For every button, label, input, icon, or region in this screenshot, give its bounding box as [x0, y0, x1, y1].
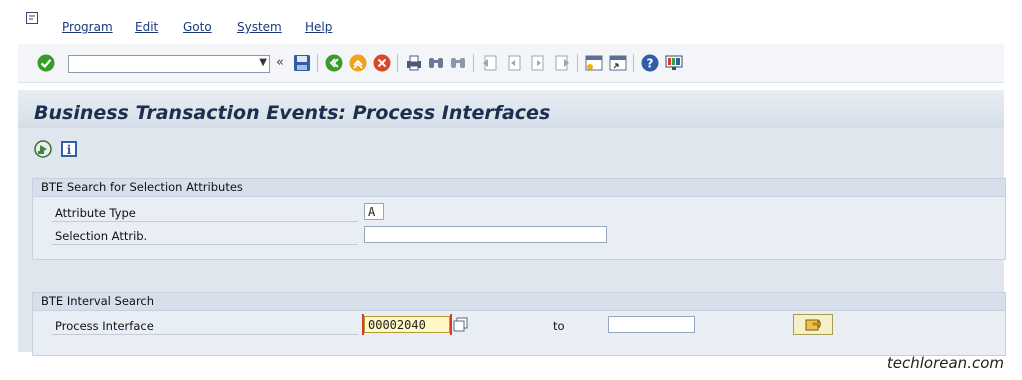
attribute-type-label: Attribute Type — [55, 206, 136, 220]
menu-help[interactable]: Help — [305, 20, 332, 34]
selection-attributes-group: BTE Search for Selection Attributes — [32, 178, 1006, 260]
create-session-icon[interactable] — [584, 53, 604, 73]
field-focus-marker — [362, 314, 452, 335]
interval-search-group: BTE Interval Search — [32, 292, 1006, 356]
exit-icon[interactable] — [348, 53, 368, 73]
toolbar-separator — [473, 54, 474, 72]
next-page-icon[interactable] — [528, 53, 548, 73]
application-toolbar: i — [18, 128, 1004, 172]
selection-attrib-field[interactable] — [364, 226, 607, 243]
interval-search-header: BTE Interval Search — [33, 293, 1005, 311]
find-next-icon[interactable] — [448, 53, 468, 73]
svg-text:i: i — [67, 143, 72, 157]
selection-attrib-label: Selection Attrib. — [55, 229, 148, 243]
enter-icon[interactable] — [36, 53, 56, 73]
selection-attributes-header: BTE Search for Selection Attributes — [33, 179, 1005, 197]
to-label: to — [553, 319, 565, 333]
label-underline — [52, 244, 358, 245]
save-icon[interactable] — [292, 53, 312, 73]
process-interface-to-field[interactable] — [608, 316, 695, 333]
toolbar-separator — [317, 54, 318, 72]
toolbar-separator — [577, 54, 578, 72]
watermark: techlorean.com — [886, 354, 1004, 372]
back-icon[interactable] — [324, 53, 344, 73]
menu-program[interactable]: Program — [62, 20, 113, 34]
multiple-selection-icon[interactable] — [453, 317, 469, 333]
info-icon[interactable]: i — [60, 140, 78, 158]
execute-icon[interactable] — [34, 140, 52, 158]
double-chevron-icon[interactable]: « — [276, 55, 284, 70]
menu-goto[interactable]: Goto — [183, 20, 212, 34]
customize-layout-icon[interactable] — [664, 53, 684, 73]
last-page-icon[interactable] — [552, 53, 572, 73]
dropdown-icon[interactable]: ▼ — [259, 57, 267, 68]
svg-text:?: ? — [647, 57, 654, 71]
label-underline — [52, 221, 358, 222]
standard-toolbar: ▼ « ? — [18, 44, 1004, 83]
attribute-type-field[interactable]: A — [364, 203, 384, 220]
label-underline — [52, 334, 358, 335]
menu-system[interactable]: System — [237, 20, 282, 34]
command-field[interactable]: ▼ — [68, 55, 270, 73]
shortcut-icon[interactable] — [608, 53, 628, 73]
arrow-selection-icon — [805, 319, 821, 331]
toolbar-separator — [633, 54, 634, 72]
help-icon[interactable]: ? — [640, 53, 660, 73]
menu-edit[interactable]: Edit — [135, 20, 158, 34]
page-title: Business Transaction Events: Process Int… — [34, 102, 551, 124]
multiple-selection-button[interactable] — [793, 314, 833, 335]
previous-page-icon[interactable] — [504, 53, 524, 73]
menu-bar: Program Edit Goto System Help — [0, 0, 1004, 44]
process-interface-label: Process Interface — [55, 319, 154, 333]
cancel-icon[interactable] — [372, 53, 392, 73]
print-icon[interactable] — [404, 53, 424, 73]
toolbar-separator — [397, 54, 398, 72]
first-page-icon[interactable] — [480, 53, 500, 73]
menu-toggle-icon[interactable] — [26, 12, 38, 24]
find-icon[interactable] — [426, 53, 446, 73]
